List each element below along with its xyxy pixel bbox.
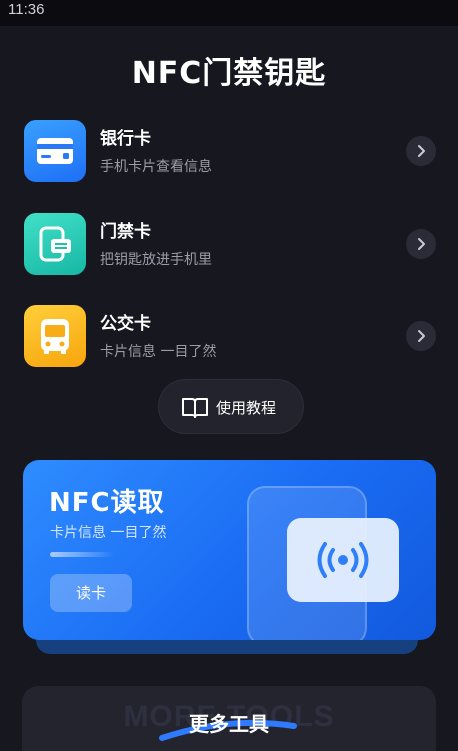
bank-card-icon [24,120,86,182]
nfc-read-title: NFC读取 [49,488,165,518]
access-card-icon [24,213,86,275]
card-subtitle: 把钥匙放进手机里 [100,252,212,268]
chevron-right-icon[interactable] [406,229,436,259]
card-title: 门禁卡 [100,222,151,242]
card-row-bank[interactable]: 银行卡 手机卡片查看信息 [24,120,436,182]
card-subtitle: 卡片信息 一目了然 [100,344,217,360]
card-title: 银行卡 [100,129,151,149]
bus-icon [24,305,86,367]
nfc-signal-tile [287,518,399,602]
nfc-read-subtitle: 卡片信息 一目了然 [50,525,167,541]
card-row-bus[interactable]: 公交卡 卡片信息 一目了然 [24,305,436,367]
book-icon [182,398,208,418]
more-tools-panel: MORE TOOLS 更多工具 [22,686,436,751]
chevron-right-icon[interactable] [406,136,436,166]
card-row-access[interactable]: 门禁卡 把钥匙放进手机里 [24,213,436,275]
status-time: 11:36 [8,1,45,18]
card-subtitle: 手机卡片查看信息 [100,159,212,175]
chevron-right-icon[interactable] [406,321,436,351]
tutorial-label: 使用教程 [216,399,277,417]
nfc-accent-bar [50,552,114,557]
card-title: 公交卡 [100,314,151,334]
read-card-button[interactable]: 读卡 [50,574,132,612]
nfc-signal-icon [317,542,369,578]
page-title: NFC门禁钥匙 [131,56,327,91]
status-bar: 11:36 [0,0,458,26]
nfc-read-card[interactable]: NFC读取 卡片信息 一目了然 读卡 [23,460,436,640]
more-tools-title: 更多工具 [189,712,269,736]
tutorial-button[interactable]: 使用教程 [158,379,304,434]
